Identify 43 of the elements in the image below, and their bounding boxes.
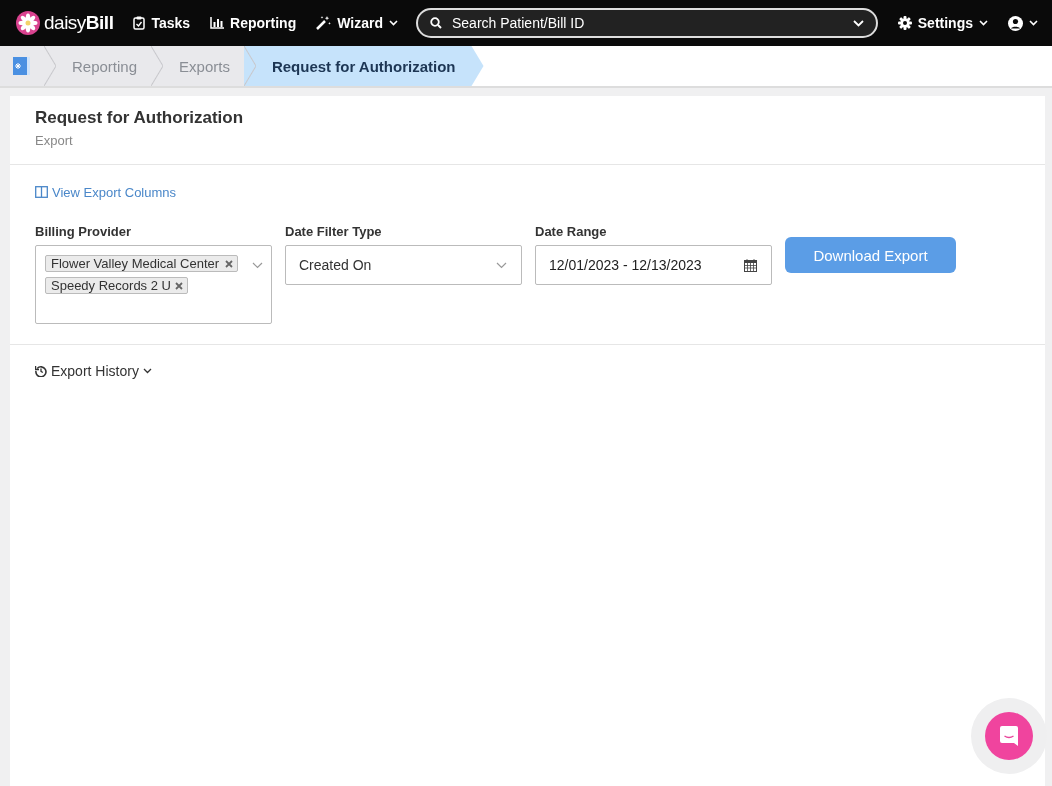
page-subtitle: Export <box>35 133 74 148</box>
billing-provider-select[interactable]: Flower Valley Medical Center Speedy Records 2 U <box>35 245 272 324</box>
page-title: Request for Authorization <box>35 108 245 128</box>
date-filter-select[interactable]: Created On <box>285 245 522 285</box>
nav-link[interactable]: Wizard <box>316 15 398 31</box>
chevron-down-icon <box>1029 20 1038 26</box>
clipboard-icon <box>133 16 146 30</box>
chat-bubble-icon <box>999 725 1019 747</box>
nav-link[interactable]: Reporting <box>210 15 297 31</box>
app-book-icon[interactable] <box>12 56 32 76</box>
chevron-down-icon <box>252 262 263 269</box>
view-columns-link[interactable]: View Export Columns <box>35 184 177 200</box>
remove-icon[interactable] <box>225 260 233 268</box>
search-icon <box>430 17 442 29</box>
bar-chart-icon <box>210 17 225 29</box>
magic-wand-icon <box>316 16 332 30</box>
field-label: Date Filter Type <box>285 224 383 239</box>
chevron-down-icon <box>496 261 507 269</box>
account-menu[interactable] <box>1008 15 1038 31</box>
settings-menu[interactable]: Settings <box>897 15 988 31</box>
settings-icon <box>897 16 912 30</box>
tag-label: Flower Valley Medical Center <box>51 257 221 270</box>
columns-icon <box>35 186 48 198</box>
flower-logo-icon <box>16 11 40 35</box>
history-icon <box>35 365 47 377</box>
logo-text[interactable]: daisyBill <box>44 12 114 34</box>
remove-icon[interactable] <box>174 282 183 290</box>
breadcrumb-item[interactable]: Request for Authorization <box>243 46 484 86</box>
chat-button[interactable] <box>985 712 1033 760</box>
user-avatar-icon <box>1008 15 1023 31</box>
search-field[interactable]: Search Patient/Bill ID <box>450 14 845 32</box>
search-bar[interactable]: Search Patient/Bill ID <box>416 8 878 38</box>
date-range-field[interactable]: 12/01/2023 - 12/13/2023 <box>535 245 772 285</box>
export-history-toggle[interactable]: Export History <box>35 363 152 379</box>
chevron-down-icon <box>979 20 988 26</box>
field-label: Billing Provider <box>35 224 133 239</box>
tag-label: Speedy Records 2 U <box>51 279 171 292</box>
calendar-icon <box>744 258 757 272</box>
nav-link[interactable]: Tasks <box>133 15 191 31</box>
chevron-down-icon <box>852 19 864 27</box>
chevron-down-icon <box>389 20 398 26</box>
chevron-icon <box>142 368 152 374</box>
field-label: Date Range <box>535 224 608 239</box>
